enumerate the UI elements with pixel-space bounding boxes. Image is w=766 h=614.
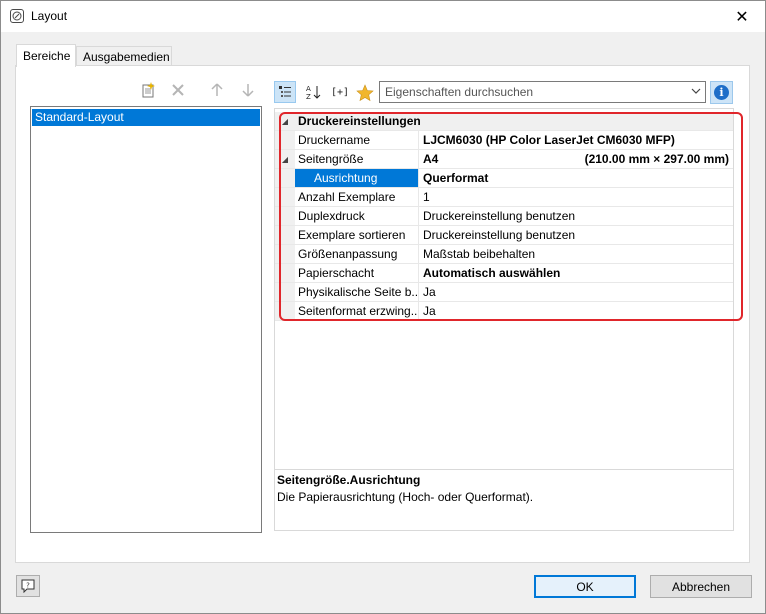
property-row[interactable]: Druckername LJCM6030 (HP Color LaserJet … xyxy=(275,131,733,150)
layout-dialog: Layout ✕ Bereiche Ausgabemedien Standard… xyxy=(0,0,766,614)
row-gutter xyxy=(275,302,295,320)
new-item-icon[interactable] xyxy=(137,79,159,101)
tab-bereiche[interactable]: Bereiche xyxy=(16,44,76,67)
tab-ausgabemedien[interactable]: Ausgabemedien xyxy=(76,46,172,66)
expand-all-icon[interactable]: [+] xyxy=(328,81,352,103)
property-name: Seitengröße xyxy=(295,150,419,168)
property-name: Seitenformat erzwing... xyxy=(295,302,419,320)
alphabetic-sort-icon[interactable]: A Z xyxy=(302,81,324,103)
row-gutter xyxy=(275,264,295,282)
list-item-standard-layout[interactable]: Standard-Layout xyxy=(32,109,260,126)
info-icon: i xyxy=(714,85,729,100)
description-text: Die Papierausrichtung (Hoch- oder Querfo… xyxy=(277,490,534,504)
property-row-selected[interactable]: Ausrichtung Querformat xyxy=(275,169,733,188)
property-value[interactable]: Automatisch auswählen xyxy=(422,264,733,282)
delete-icon[interactable] xyxy=(167,79,189,101)
row-gutter xyxy=(275,131,295,149)
title-bar: Layout ✕ xyxy=(1,1,765,32)
help-icon: ? xyxy=(21,579,35,593)
property-name: Anzahl Exemplare xyxy=(295,188,419,206)
row-gutter xyxy=(275,207,295,225)
property-value[interactable]: 1 xyxy=(422,188,733,206)
property-name: Exemplare sortieren xyxy=(295,226,419,244)
info-button[interactable]: i xyxy=(710,81,733,104)
property-value[interactable]: Querformat xyxy=(422,169,733,187)
property-name: Papierschacht xyxy=(295,264,419,282)
collapse-triangle-icon[interactable]: ◢ xyxy=(275,112,295,130)
svg-text:A: A xyxy=(306,85,311,93)
favorite-star-icon[interactable] xyxy=(354,82,376,104)
property-row[interactable]: Anzahl Exemplare 1 xyxy=(275,188,733,207)
close-button[interactable]: ✕ xyxy=(719,1,765,32)
arrow-down-icon[interactable] xyxy=(237,79,259,101)
row-gutter xyxy=(275,245,295,263)
property-name: Größenanpassung xyxy=(295,245,419,263)
property-grid: ◢ Druckereinstellungen Druckername LJCM6… xyxy=(275,112,733,321)
property-search-box[interactable] xyxy=(379,81,706,103)
property-row[interactable]: Exemplare sortieren Druckereinstellung b… xyxy=(275,226,733,245)
help-button[interactable]: ? xyxy=(16,575,40,597)
collapse-triangle-icon[interactable]: ◢ xyxy=(275,150,295,168)
row-gutter xyxy=(275,283,295,301)
cancel-button[interactable]: Abbrechen xyxy=(650,575,752,598)
categorized-view-icon[interactable] xyxy=(274,81,296,103)
property-row[interactable]: ◢ Seitengröße A4 (210.00 mm × 297.00 mm) xyxy=(275,150,733,169)
row-gutter xyxy=(275,226,295,244)
category-label: Druckereinstellungen xyxy=(298,114,421,128)
layout-list[interactable]: Standard-Layout xyxy=(30,106,262,533)
property-value[interactable]: Ja xyxy=(422,283,733,301)
property-name: Ausrichtung xyxy=(295,169,419,187)
property-value-extra: (210.00 mm × 297.00 mm) xyxy=(584,152,729,166)
property-value[interactable]: Maßstab beibehalten xyxy=(422,245,733,263)
arrow-up-icon[interactable] xyxy=(206,79,228,101)
property-value[interactable]: Druckereinstellung benutzen xyxy=(422,207,733,225)
row-gutter xyxy=(275,188,295,206)
property-value[interactable]: LJCM6030 (HP Color LaserJet CM6030 MFP) xyxy=(422,131,733,149)
property-row[interactable]: Physikalische Seite b... Ja xyxy=(275,283,733,302)
help-label: ? xyxy=(26,582,30,590)
property-name: Duplexdruck xyxy=(295,207,419,225)
property-row[interactable]: Größenanpassung Maßstab beibehalten xyxy=(275,245,733,264)
property-value: A4 xyxy=(423,152,439,166)
layout-app-icon xyxy=(10,9,24,23)
category-row[interactable]: ◢ Druckereinstellungen xyxy=(275,112,733,131)
property-value[interactable]: Ja xyxy=(422,302,733,320)
property-row[interactable]: Papierschacht Automatisch auswählen xyxy=(275,264,733,283)
chevron-down-icon[interactable] xyxy=(690,85,702,100)
property-value-container[interactable]: A4 (210.00 mm × 297.00 mm) xyxy=(422,150,733,168)
property-search-input[interactable] xyxy=(383,84,683,100)
row-gutter xyxy=(275,169,295,187)
property-name: Druckername xyxy=(295,131,419,149)
description-divider[interactable] xyxy=(274,469,734,470)
description-title: Seitengröße.Ausrichtung xyxy=(277,473,421,487)
window-title: Layout xyxy=(31,9,68,23)
property-value[interactable]: Druckereinstellung benutzen xyxy=(422,226,733,244)
property-row[interactable]: Duplexdruck Druckereinstellung benutzen xyxy=(275,207,733,226)
property-grid-panel: ◢ Druckereinstellungen Druckername LJCM6… xyxy=(274,108,734,531)
property-name: Physikalische Seite b... xyxy=(295,283,419,301)
property-row[interactable]: Seitenformat erzwing... Ja xyxy=(275,302,733,321)
ok-button[interactable]: OK xyxy=(534,575,636,598)
svg-text:Z: Z xyxy=(306,93,311,100)
